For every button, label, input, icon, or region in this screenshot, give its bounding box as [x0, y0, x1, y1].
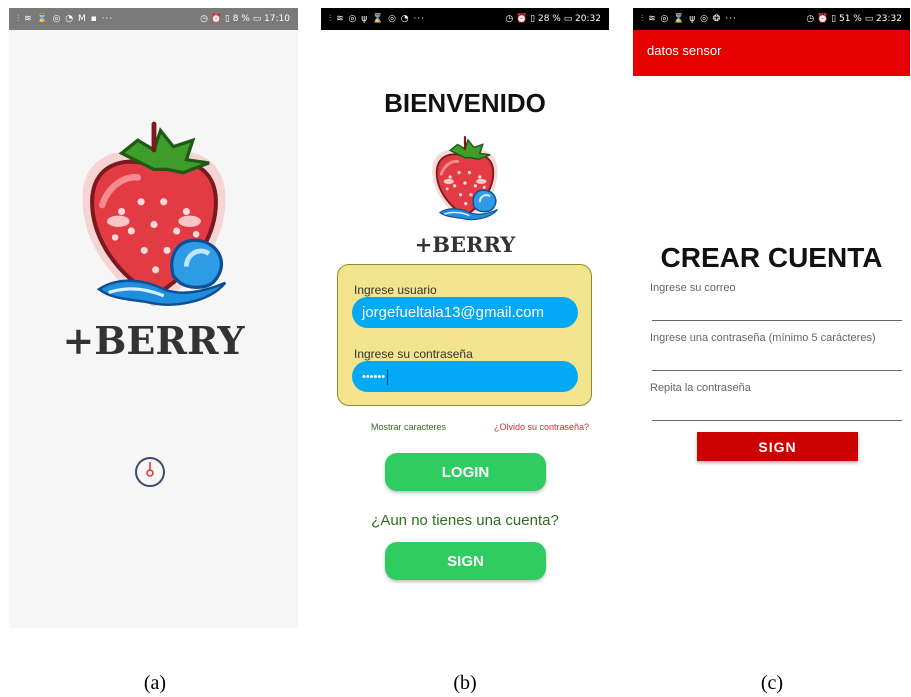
- status-bar: ⫶ ≋ ⌛ ◎ ◔ M ▪ ··· ◷ ⏰ ▯ 8 % ▭ 17:10: [9, 8, 298, 30]
- status-bar: ⫶ ≋ ◎ ⌛ ψ ◎ ❂ ··· ◷ ⏰ ▯ 51 % ▭ 23:32: [633, 8, 910, 30]
- app-bar: datos sensor: [633, 30, 910, 76]
- password-field[interactable]: [652, 370, 902, 371]
- status-icons: ⫶ ≋ ◎ ⌛ ψ ◎ ❂ ···: [641, 14, 737, 24]
- loading-spinner-icon: [135, 457, 165, 487]
- status-bar: ⫶ ≋ ◎ ψ ⌛ ◎ ◔ ··· ◷ ⏰ ▯ 28 % ▭ 20:32: [321, 8, 609, 30]
- berry-logo-icon: [428, 132, 502, 228]
- brand-name: +BERRY: [414, 232, 516, 257]
- status-icons: ⫶ ≋ ◎ ψ ⌛ ◎ ◔ ···: [329, 14, 426, 24]
- login-button[interactable]: LOGIN: [385, 453, 546, 491]
- login-screen: ⫶ ≋ ◎ ψ ⌛ ◎ ◔ ··· ◷ ⏰ ▯ 28 % ▭ 20:32 BIE…: [321, 8, 609, 628]
- email-field-label: Ingrese su correo: [650, 282, 736, 294]
- brand-name: +BERRY: [62, 318, 245, 363]
- caption-c: (c): [760, 672, 784, 694]
- sign-button[interactable]: SIGN: [697, 432, 858, 461]
- caption-b: (b): [453, 672, 477, 694]
- app-bar-title: datos sensor: [647, 43, 722, 58]
- login-card: Ingrese usuario jorgefueltala13@gmail.co…: [337, 264, 592, 406]
- no-account-text: ¿Aun no tienes una cuenta?: [371, 512, 559, 529]
- show-characters-link[interactable]: Mostrar caracteres: [371, 422, 446, 432]
- user-input[interactable]: jorgefueltala13@gmail.com: [352, 297, 578, 328]
- email-field[interactable]: [652, 320, 902, 321]
- create-account-title: CREAR CUENTA: [660, 242, 883, 273]
- status-icons: ⫶ ≋ ⌛ ◎ ◔ M ▪ ···: [17, 14, 114, 24]
- caption-a: (a): [143, 672, 167, 694]
- welcome-title: BIENVENIDO: [384, 88, 546, 118]
- sign-button[interactable]: SIGN: [385, 542, 546, 580]
- create-account-screen: ⫶ ≋ ◎ ⌛ ψ ◎ ❂ ··· ◷ ⏰ ▯ 51 % ▭ 23:32 dat…: [633, 8, 910, 628]
- status-right: ◷ ⏰ ▯ 51 % ▭ 23:32: [806, 14, 902, 24]
- status-right: ◷ ⏰ ▯ 8 % ▭ 17:10: [200, 14, 290, 24]
- repeat-password-field[interactable]: [652, 420, 902, 421]
- splash-screen: ⫶ ≋ ⌛ ◎ ◔ M ▪ ··· ◷ ⏰ ▯ 8 % ▭ 17:10 +BER…: [9, 8, 298, 628]
- user-label: Ingrese usuario: [354, 283, 437, 297]
- status-right: ◷ ⏰ ▯ 28 % ▭ 20:32: [505, 14, 601, 24]
- password-value: ••••••: [362, 370, 386, 383]
- berry-logo-icon: [73, 120, 235, 316]
- repeat-password-field-label: Repita la contraseña: [650, 382, 751, 394]
- password-field-label: Ingrese una contraseña (mínimo 5 carácte…: [650, 332, 876, 344]
- password-label: Ingrese su contraseña: [354, 347, 473, 361]
- password-input[interactable]: ••••••: [352, 361, 578, 392]
- text-cursor: [387, 368, 389, 385]
- forgot-password-link[interactable]: ¿Olvido su contraseña?: [494, 422, 589, 432]
